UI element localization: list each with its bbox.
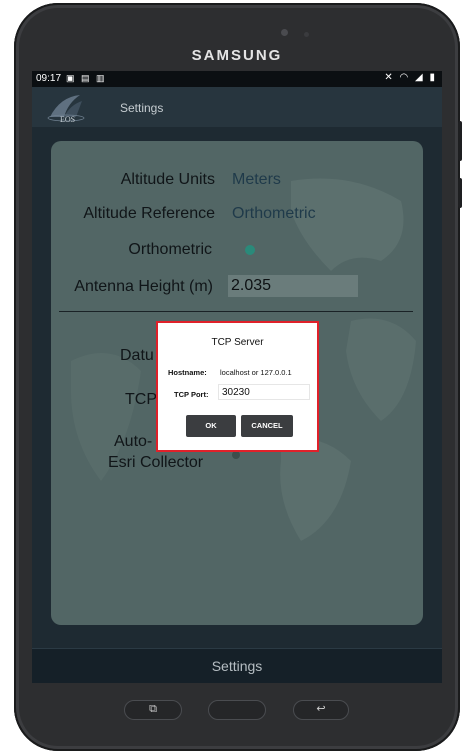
altitude-reference-value[interactable]: Orthometric: [232, 205, 316, 223]
volume-button: [458, 121, 462, 161]
dialog-highlight-frame: TCP Server Hostname: localhost or 127.0.…: [156, 321, 319, 452]
hostname-label: Hostname:: [168, 368, 207, 377]
back-button[interactable]: ↩: [293, 700, 349, 720]
antenna-height-label: Antenna Height (m): [74, 278, 213, 295]
section-divider: [59, 311, 413, 312]
dialog-title: TCP Server: [211, 337, 264, 348]
tcp-port-label: TCP Port:: [174, 390, 209, 399]
ok-button[interactable]: OK: [186, 415, 236, 437]
system-status-icons: ✕ ◠ ◢ ▮: [384, 72, 437, 83]
page-title: Settings: [120, 101, 164, 115]
logo-text: EOS: [60, 115, 75, 124]
status-time: 09:17: [36, 73, 62, 84]
antenna-height-field[interactable]: 2.035: [228, 275, 358, 297]
home-button[interactable]: [208, 700, 266, 720]
altitude-reference-label: Altitude Reference: [83, 205, 215, 222]
altitude-units-value[interactable]: Meters: [232, 171, 281, 189]
bottom-settings-tab[interactable]: Settings: [32, 658, 442, 674]
front-camera: [281, 29, 288, 36]
status-bar: 09:17 ▣ ▤ ▥ ✕ ◠ ◢ ▮: [32, 71, 442, 87]
auto-label: Auto-: [114, 433, 153, 450]
esri-collector-label: Esri Collector: [108, 454, 204, 471]
sensor: [304, 32, 309, 37]
eos-logo-icon: EOS: [47, 95, 85, 124]
device-brand: SAMSUNG: [191, 47, 283, 64]
altitude-units-label: Altitude Units: [120, 171, 215, 188]
power-button: [458, 178, 462, 208]
bottom-bar: Settings: [32, 648, 442, 683]
hostname-value: localhost or 127.0.0.1: [220, 368, 292, 377]
tcp-port-input[interactable]: 30230: [218, 384, 310, 400]
tcp-server-dialog: TCP Server Hostname: localhost or 127.0.…: [162, 327, 313, 446]
cancel-button[interactable]: CANCEL: [241, 415, 293, 437]
auto-connect-toggle[interactable]: [232, 451, 240, 459]
tcp-label: TCP: [125, 391, 157, 408]
datum-label: Datu: [120, 347, 154, 364]
notification-icons: ▣ ▤ ▥: [66, 73, 107, 83]
orthometric-label: Orthometric: [128, 241, 212, 258]
recents-button[interactable]: ⧉: [124, 700, 182, 720]
orthometric-radio[interactable]: [245, 245, 255, 255]
app-bar: EOS Settings: [32, 87, 442, 127]
